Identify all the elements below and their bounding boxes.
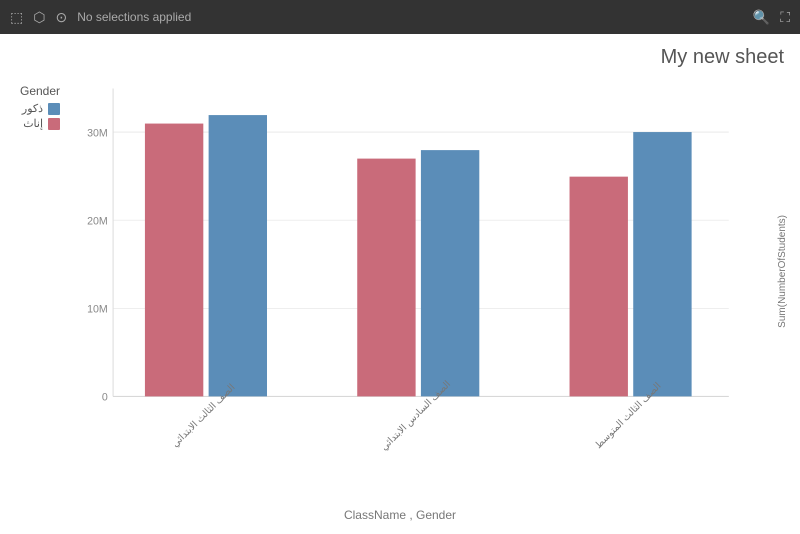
bar-group2-female	[357, 159, 415, 397]
toolbar: ⬚ ⬡ ⊙ No selections applied 🔍 ⛶	[0, 0, 800, 34]
svg-text:20M: 20M	[87, 215, 108, 227]
legend-label-male: ذكور	[22, 102, 43, 115]
toolbar-left: ⬚ ⬡ ⊙ No selections applied	[10, 9, 191, 26]
sheet-title: My new sheet	[661, 46, 784, 69]
settings-icon[interactable]: ⊙	[55, 9, 67, 26]
chart-area: My new sheet Gender ذكور إناث	[0, 34, 800, 534]
chart-legend: Gender ذكور إناث	[20, 84, 60, 132]
y-axis-label: Sum(NumberOfStudents)	[777, 215, 788, 328]
legend-item-male: ذكور	[20, 102, 60, 115]
y-axis-label-container: Sum(NumberOfStudents)	[777, 79, 788, 464]
selection-icon[interactable]: ⬚	[10, 9, 23, 26]
legend-label-female: إناث	[23, 117, 43, 130]
bar-group3-female	[570, 177, 628, 397]
lasso-icon[interactable]: ⬡	[33, 9, 45, 26]
svg-text:30M: 30M	[87, 127, 108, 139]
no-selections-status: No selections applied	[77, 10, 191, 24]
search-icon[interactable]: 🔍	[753, 9, 770, 26]
bar-group1-male	[209, 115, 267, 396]
legend-color-female	[48, 118, 60, 130]
toolbar-right: 🔍 ⛶	[753, 9, 790, 26]
legend-title: Gender	[20, 84, 60, 98]
legend-item-female: إناث	[20, 117, 60, 130]
svg-text:10M: 10M	[87, 304, 108, 316]
x-axis-label: ClassName , Gender	[344, 508, 456, 522]
chart-container: 0 10M 20M 30M الصف الثالث الابتدائي الصف…	[60, 74, 750, 464]
legend-color-male	[48, 103, 60, 115]
svg-text:0: 0	[102, 392, 108, 404]
bar-group3-male	[633, 132, 691, 396]
bar-group2-male	[421, 150, 479, 396]
chart-svg: 0 10M 20M 30M الصف الثالث الابتدائي الصف…	[60, 74, 750, 464]
bar-group1-female	[145, 124, 203, 397]
fullscreen-icon[interactable]: ⛶	[780, 9, 790, 26]
